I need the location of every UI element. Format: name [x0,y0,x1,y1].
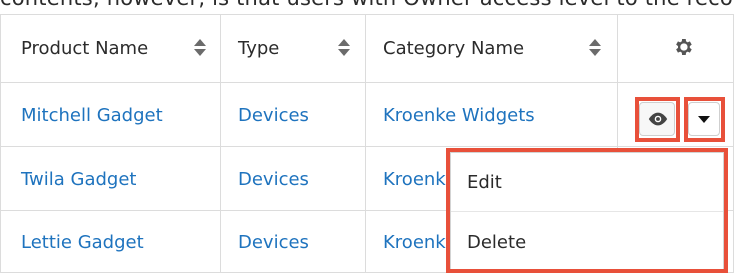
caret-down-icon [698,116,710,123]
category-name-link[interactable]: Kroenke Widgets [365,83,617,147]
sort-icon[interactable] [338,39,350,57]
menu-item-edit[interactable]: Edit [451,155,723,209]
sort-icon[interactable] [194,39,206,57]
type-link[interactable]: Devices [220,83,365,147]
product-name-link[interactable]: Twila Gadget [0,147,220,211]
cell-text: Twila Gadget [21,168,137,190]
cell-text: Kroenk [383,168,446,190]
cell-text: Kroenk [383,231,446,253]
menu-item-label: Edit [467,171,502,193]
eye-icon [648,112,668,126]
cell-text: Kroenke Widgets [383,104,535,126]
column-header-category-name[interactable]: Category Name [365,14,617,82]
menu-item-label: Delete [467,231,527,253]
actions-dropdown-button[interactable] [688,102,720,136]
menu-item-delete[interactable]: Delete [451,215,723,269]
column-header-label: Category Name [383,37,525,59]
gear-icon[interactable] [672,36,694,58]
cell-text: Devices [238,104,309,126]
cell-text: Devices [238,231,309,253]
cell-text: Mitchell Gadget [21,104,163,126]
product-name-link[interactable]: Lettie Gadget [0,211,220,273]
preview-button[interactable] [639,102,675,136]
actions-menu: Edit Delete [450,152,724,272]
sort-icon[interactable] [589,39,601,57]
menu-divider [451,211,723,212]
column-header-product-name[interactable]: Product Name [0,14,220,82]
type-link[interactable]: Devices [220,211,365,273]
type-link[interactable]: Devices [220,147,365,211]
column-header-label: Type [238,37,280,59]
column-header-label: Product Name [21,37,149,59]
cell-text: Lettie Gadget [21,231,144,253]
list-view-screenshot: contents, however, is that users with Ow… [0,0,734,273]
product-name-link[interactable]: Mitchell Gadget [0,83,220,147]
cell-text: Devices [238,168,309,190]
